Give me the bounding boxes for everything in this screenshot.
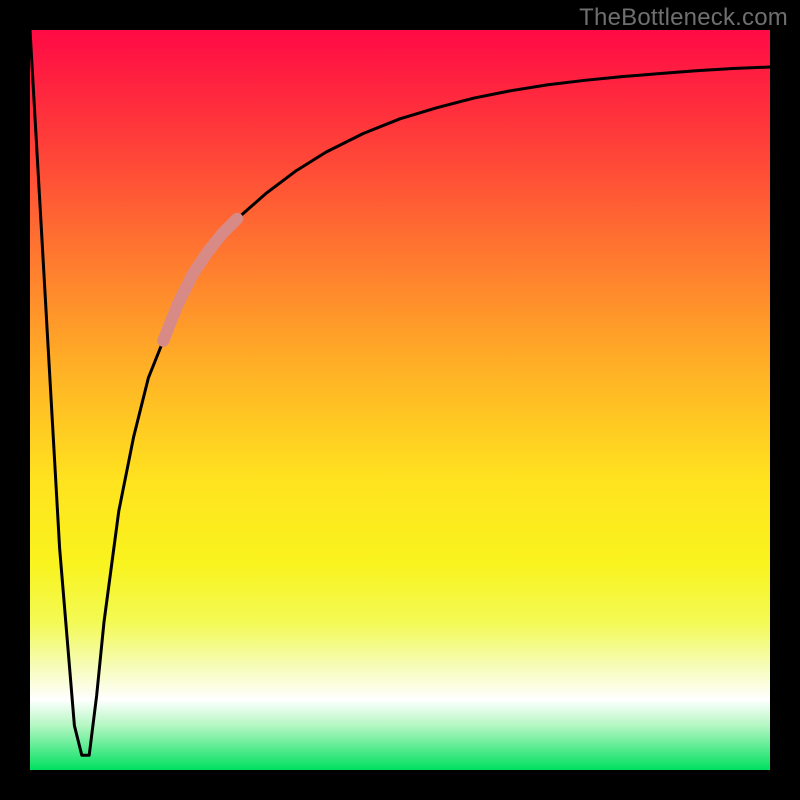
main-curve xyxy=(30,30,770,755)
chart-frame: TheBottleneck.com xyxy=(0,0,800,800)
highlight-segment xyxy=(163,219,237,341)
curve-layer xyxy=(30,30,770,770)
plot-area xyxy=(30,30,770,770)
watermark-text: TheBottleneck.com xyxy=(579,4,788,32)
